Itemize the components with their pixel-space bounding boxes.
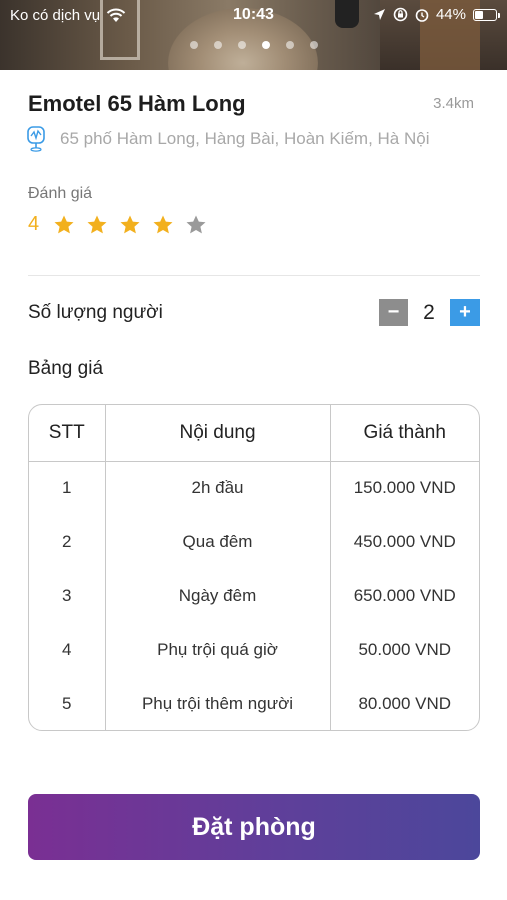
book-room-button[interactable]: Đặt phòng (28, 794, 480, 860)
decrease-button[interactable]: − (379, 299, 408, 326)
table-row: 2 Qua đêm 450.000 VND (29, 515, 479, 569)
table-row: 5 Phụ trội thêm người 80.000 VND (29, 677, 479, 730)
orientation-lock-icon (393, 7, 408, 22)
guest-count-value: 2 (423, 300, 435, 324)
gallery-dot[interactable] (189, 41, 198, 49)
star-filled-icon (87, 215, 107, 233)
row-price: 650.000 VND (353, 586, 456, 605)
row-content: Phụ trội quá giờ (105, 623, 331, 677)
column-header-price: Giá thành (330, 405, 479, 462)
rating-label: Đánh giá (28, 185, 93, 202)
battery-fill (475, 10, 484, 19)
row-price: 450.000 VND (353, 532, 456, 551)
guest-count-stepper: − 2 + (379, 299, 480, 326)
table-row: 1 2h đầu 150.000 VND (29, 461, 479, 515)
hotel-photo-gallery[interactable]: Ko có dịch vụ 10:43 44% (0, 0, 507, 70)
row-index: 5 (29, 677, 106, 730)
row-price: 150.000 VND (353, 478, 456, 498)
row-price: 50.000 VND (358, 640, 452, 659)
gallery-dot[interactable] (261, 41, 270, 49)
column-header-content: Nội dung (105, 405, 331, 462)
table-row: 3 Ngày đêm 650.000 VND (29, 569, 479, 623)
gallery-dot[interactable] (309, 41, 318, 49)
address-text: 65 phố Hàm Long, Hàng Bài, Hoàn Kiếm, Hà… (60, 129, 430, 148)
table-header-row: STT Nội dung Giá thành (29, 405, 479, 462)
row-index: 1 (29, 461, 106, 515)
hotel-distance: 3.4km (433, 95, 474, 112)
star-filled-icon (54, 215, 74, 233)
price-table: STT Nội dung Giá thành 1 2h đầu 150.000 … (28, 404, 480, 731)
battery-percent: 44% (435, 6, 466, 23)
star-filled-icon (120, 215, 140, 233)
rating-stars: 4 (28, 213, 218, 236)
row-content: Qua đêm (105, 515, 331, 569)
row-index: 3 (29, 569, 106, 623)
alarm-icon (415, 8, 429, 22)
row-index: 4 (29, 623, 106, 677)
row-content: Ngày đêm (105, 569, 331, 623)
price-table-title: Bảng giá (28, 358, 104, 379)
increase-button[interactable]: + (450, 299, 480, 326)
rating-value: 4 (28, 213, 40, 235)
hotel-address[interactable]: 65 phố Hàm Long, Hàng Bài, Hoàn Kiếm, Hà… (26, 126, 429, 152)
hotel-name: Emotel 65 Hàm Long (28, 91, 246, 116)
row-content: Phụ trội thêm người (105, 677, 331, 730)
location-arrow-icon (373, 9, 385, 20)
row-index: 2 (29, 515, 106, 569)
table-row: 4 Phụ trội quá giờ 50.000 VND (29, 623, 479, 677)
column-header-stt: STT (29, 405, 106, 462)
status-bar: Ko có dịch vụ 10:43 44% (0, 0, 507, 30)
gallery-dot[interactable] (213, 41, 222, 49)
row-price: 80.000 VND (358, 694, 452, 713)
gallery-dot[interactable] (237, 41, 246, 49)
star-empty-icon (186, 215, 206, 233)
gallery-dot[interactable] (285, 41, 294, 49)
row-content: 2h đầu (105, 461, 331, 515)
star-filled-icon (153, 215, 173, 233)
guest-count-label: Số lượng người (28, 302, 163, 323)
gallery-pagination[interactable] (0, 41, 507, 49)
map-pin-icon (27, 126, 45, 152)
battery-icon (473, 8, 500, 21)
divider (28, 275, 480, 276)
